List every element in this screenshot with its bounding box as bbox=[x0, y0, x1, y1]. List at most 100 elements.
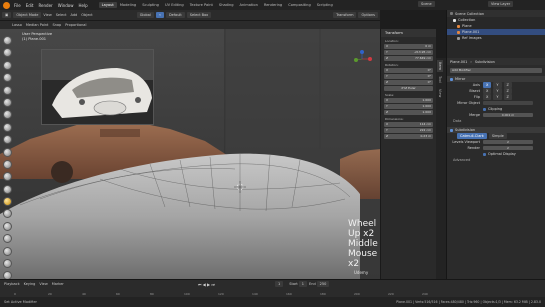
menu-add[interactable]: Add bbox=[71, 13, 78, 17]
simple-button[interactable]: Simple bbox=[488, 133, 507, 139]
transform-tool-icon[interactable] bbox=[3, 97, 12, 107]
tab-compositing[interactable]: Compositing bbox=[285, 2, 314, 8]
rotation-y-field[interactable]: Y 0° bbox=[384, 74, 433, 79]
menu-help[interactable]: Help bbox=[78, 3, 87, 8]
lasso-option[interactable]: Lasso bbox=[12, 23, 22, 27]
rotation-mode-selector[interactable]: XYZ Euler bbox=[384, 86, 433, 91]
drag-selector[interactable]: Select Box bbox=[186, 12, 212, 18]
tab-animation[interactable]: Animation bbox=[237, 2, 261, 8]
current-frame-field[interactable]: 1 bbox=[274, 281, 284, 287]
snap-toggle[interactable]: ⌁ bbox=[155, 12, 164, 18]
location-y-field[interactable]: Y -213.95 cm bbox=[384, 50, 433, 55]
shear-tool-icon[interactable] bbox=[3, 259, 12, 269]
rotate-tool-icon[interactable] bbox=[3, 73, 12, 83]
extrude-tool-icon[interactable] bbox=[3, 135, 12, 145]
bevel-tool-icon[interactable] bbox=[3, 159, 12, 169]
median-point-option[interactable]: Median Point bbox=[26, 23, 49, 27]
cursor-tool-icon[interactable] bbox=[3, 48, 12, 58]
menu-render[interactable]: Render bbox=[38, 3, 52, 8]
tab-shading[interactable]: Shading bbox=[216, 2, 237, 8]
checkbox-checked-icon[interactable] bbox=[483, 107, 486, 111]
menu-window[interactable]: Window bbox=[58, 3, 74, 8]
move-tool-icon[interactable] bbox=[3, 60, 12, 70]
mirror-data-subpanel[interactable]: Data bbox=[447, 118, 545, 124]
loop-cut-tool-icon[interactable] bbox=[3, 172, 12, 182]
snap-option[interactable]: Snap bbox=[52, 23, 61, 27]
scene-collection-label: Scene Collection bbox=[455, 11, 485, 16]
menu-edit[interactable]: Edit bbox=[26, 3, 34, 8]
collection-icon bbox=[453, 18, 456, 22]
scale-y-field[interactable]: Y 1.000 bbox=[384, 104, 433, 109]
flip-z[interactable]: Z bbox=[503, 94, 512, 100]
tab-scripting[interactable]: Scripting bbox=[314, 2, 336, 8]
tab-item[interactable]: Item bbox=[437, 60, 443, 72]
menu-marker[interactable]: Marker bbox=[52, 282, 64, 286]
playback-controls[interactable]: ⏮ ◀ ▶ ⏭ bbox=[198, 282, 215, 287]
menu-object[interactable]: Object bbox=[81, 13, 92, 17]
menu-playback[interactable]: Playback bbox=[4, 282, 20, 286]
scene-selector[interactable]: Scene bbox=[418, 1, 437, 7]
mirror-object-field[interactable] bbox=[483, 101, 533, 105]
proportional-option[interactable]: Proportional bbox=[65, 23, 86, 27]
scale-x-field[interactable]: X 1.000 bbox=[384, 98, 433, 103]
catmull-clark-button[interactable]: Catmull-Clark bbox=[457, 133, 487, 139]
menu-keying[interactable]: Keying bbox=[24, 282, 36, 286]
location-z-field[interactable]: Z 77.649 cm bbox=[384, 56, 433, 61]
transform-panel-header[interactable]: Transform bbox=[381, 29, 436, 37]
blender-logo-icon[interactable] bbox=[3, 1, 10, 9]
shrink-tool-icon[interactable] bbox=[3, 246, 12, 256]
spin-tool-icon[interactable] bbox=[3, 209, 12, 219]
tab-uv-editing[interactable]: UV Editing bbox=[162, 2, 187, 8]
options-menu[interactable]: Options bbox=[358, 12, 378, 18]
dimensions-y-field[interactable]: Y 222 cm bbox=[384, 128, 433, 133]
select-tool-icon[interactable] bbox=[3, 36, 12, 45]
location-label: Location: bbox=[385, 39, 399, 43]
tab-modeling[interactable]: Modeling bbox=[117, 2, 139, 8]
add-modifier-button[interactable]: Add Modifier bbox=[450, 68, 542, 73]
scale-z-field[interactable]: Z 1.000 bbox=[384, 110, 433, 115]
view-layer-selector[interactable]: View Layer bbox=[488, 1, 515, 7]
flip-x[interactable]: X bbox=[483, 94, 492, 100]
tab-sculpting[interactable]: Sculpting bbox=[139, 2, 162, 8]
3d-viewport[interactable]: User Perspective (1) Plane.001 Wheel Up … bbox=[0, 29, 380, 279]
menu-view[interactable]: View bbox=[43, 13, 51, 17]
dimensions-x-field[interactable]: X 114 cm bbox=[384, 122, 433, 127]
smooth-tool-icon[interactable] bbox=[3, 221, 12, 231]
location-x-field[interactable]: X0 m bbox=[384, 44, 433, 49]
transform-menu[interactable]: Transform bbox=[333, 12, 357, 18]
render-levels-field[interactable]: 2 bbox=[483, 146, 533, 150]
dimensions-z-field[interactable]: Z 0.23 m bbox=[384, 134, 433, 139]
menu-timeline-view[interactable]: View bbox=[39, 282, 47, 286]
tab-layout[interactable]: Layout bbox=[98, 2, 117, 8]
overlay-line-2: Middle Mouse x2 bbox=[348, 239, 378, 269]
poly-build-tool-icon[interactable] bbox=[3, 197, 12, 207]
rotation-x-field[interactable]: X 0° bbox=[384, 68, 433, 73]
orientation-selector[interactable]: Global bbox=[136, 12, 154, 18]
editor-type-button[interactable]: ▣ bbox=[2, 12, 12, 18]
tab-texture-paint[interactable]: Texture Paint bbox=[187, 2, 216, 8]
pivot-selector[interactable]: Default bbox=[165, 12, 185, 18]
advanced-subpanel[interactable]: Advanced bbox=[447, 157, 545, 163]
knife-tool-icon[interactable] bbox=[3, 184, 12, 194]
tab-tool[interactable]: Tool bbox=[437, 74, 443, 85]
rip-tool-icon[interactable] bbox=[3, 271, 12, 279]
inset-tool-icon[interactable] bbox=[3, 147, 12, 157]
levels-viewport-field[interactable]: 2 bbox=[483, 140, 533, 144]
scale-tool-icon[interactable] bbox=[3, 85, 12, 95]
tab-view[interactable]: View bbox=[437, 87, 443, 99]
rotation-z-field[interactable]: Z 0° bbox=[384, 80, 433, 85]
outliner-row-ref-images[interactable]: Ref Images bbox=[447, 35, 545, 41]
flip-y[interactable]: Y bbox=[493, 94, 502, 100]
merge-field[interactable]: 0.001 m bbox=[483, 113, 533, 117]
mode-selector[interactable]: Object Mode bbox=[13, 12, 42, 18]
top-menu-bar: File Edit Render Window Help Layout Mode… bbox=[0, 0, 545, 10]
menu-select[interactable]: Select bbox=[56, 13, 67, 17]
start-frame-field[interactable]: 1 bbox=[298, 281, 308, 287]
end-frame-field[interactable]: 250 bbox=[316, 281, 330, 287]
measure-tool-icon[interactable] bbox=[3, 122, 12, 132]
tab-rendering[interactable]: Rendering bbox=[261, 2, 285, 8]
checkbox-checked-icon[interactable] bbox=[483, 152, 486, 156]
menu-file[interactable]: File bbox=[14, 3, 21, 8]
annotate-tool-icon[interactable] bbox=[3, 110, 12, 120]
slide-tool-icon[interactable] bbox=[3, 234, 12, 244]
